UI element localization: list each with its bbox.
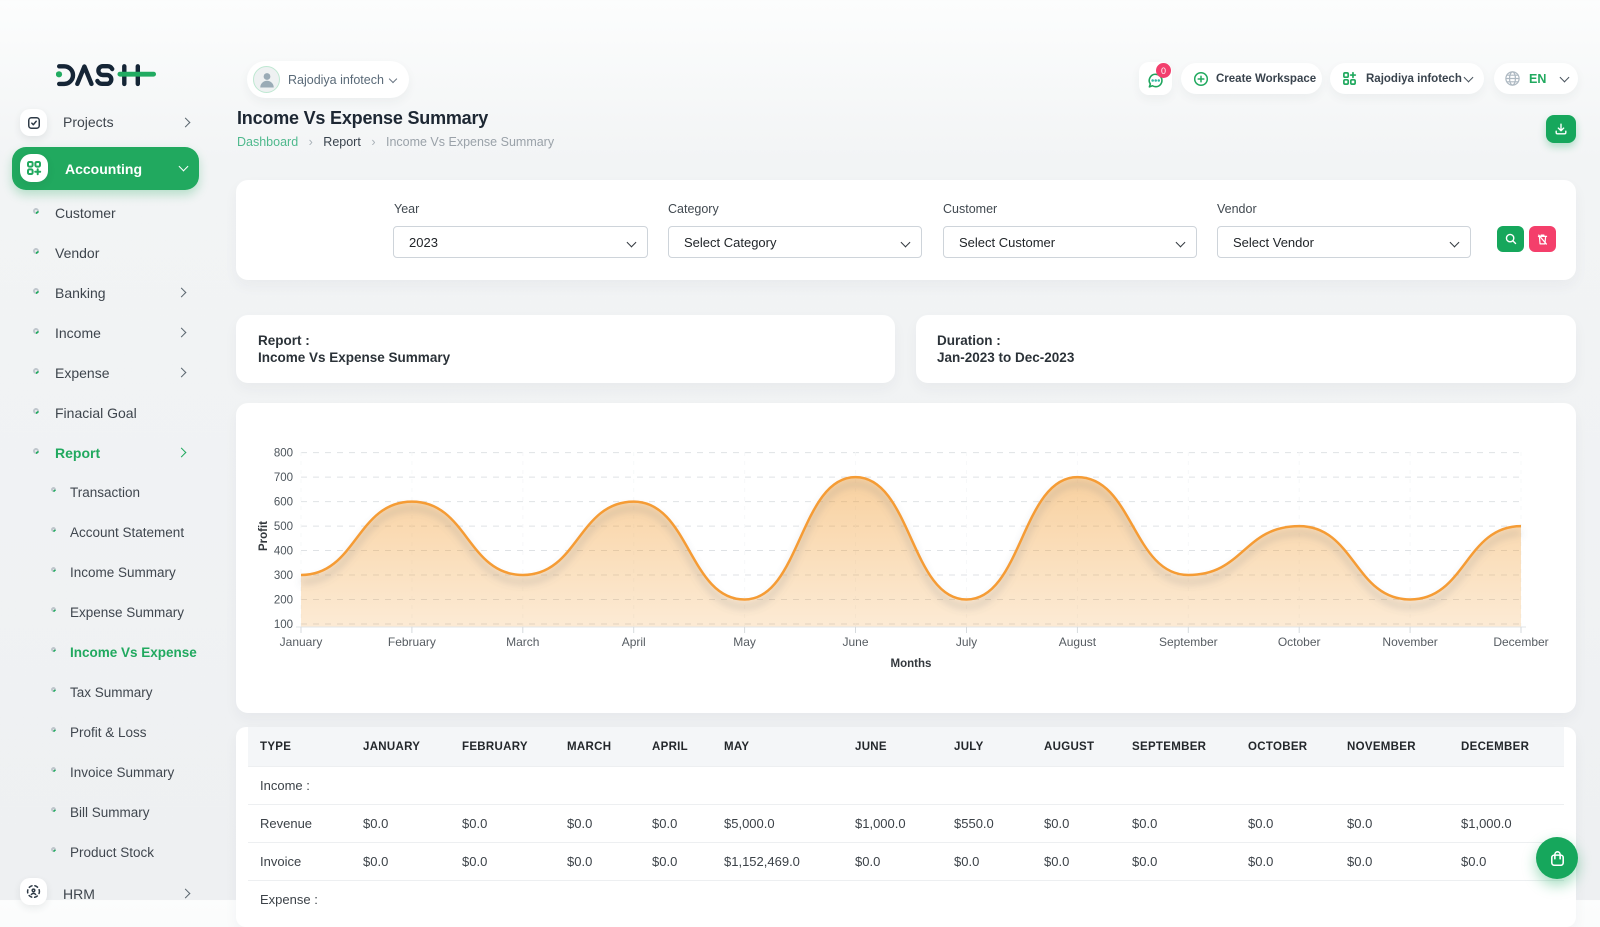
svg-text:December: December <box>1493 635 1548 649</box>
svg-text:February: February <box>388 635 436 649</box>
svg-text:June: June <box>842 635 868 649</box>
svg-text:100: 100 <box>274 619 293 631</box>
svg-text:November: November <box>1382 635 1437 649</box>
svg-text:400: 400 <box>274 546 293 558</box>
svg-text:January: January <box>280 635 323 649</box>
svg-text:800: 800 <box>274 448 293 460</box>
svg-text:August: August <box>1059 635 1097 649</box>
svg-text:October: October <box>1278 635 1321 649</box>
svg-text:March: March <box>506 635 539 649</box>
svg-text:Months: Months <box>891 658 932 670</box>
svg-text:300: 300 <box>274 570 293 582</box>
svg-text:700: 700 <box>274 472 293 484</box>
svg-text:500: 500 <box>274 521 293 533</box>
svg-text:April: April <box>622 635 646 649</box>
svg-text:Profit: Profit <box>258 521 270 551</box>
svg-text:May: May <box>733 635 756 649</box>
svg-text:September: September <box>1159 635 1218 649</box>
svg-text:600: 600 <box>274 497 293 509</box>
svg-text:July: July <box>956 635 977 649</box>
svg-text:200: 200 <box>274 595 293 607</box>
